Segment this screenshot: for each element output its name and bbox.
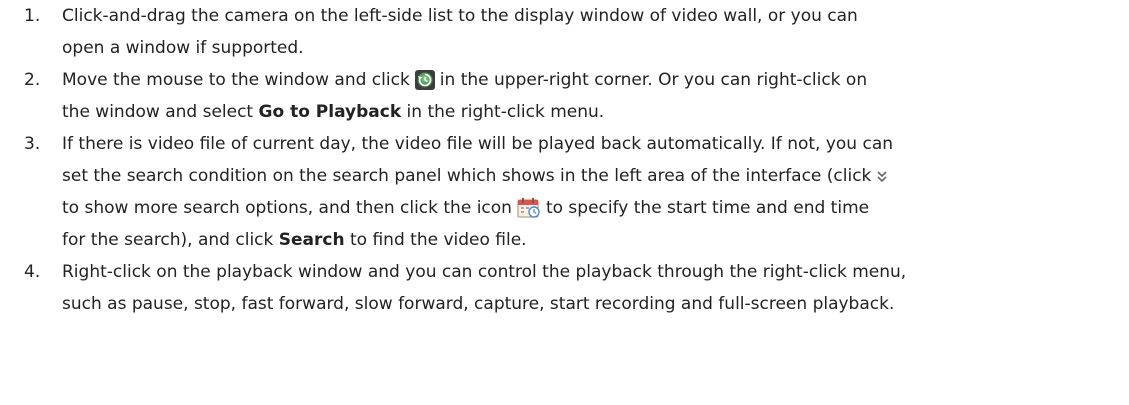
step-text-segment: to show more search options, and then cl… [62, 198, 512, 218]
step-number: 2. [24, 70, 41, 90]
step-number: 4. [24, 262, 41, 282]
step-line: If there is video file of current day, t… [62, 134, 894, 154]
step-1: 1. Click-and-drag the camera on the left… [0, 0, 1129, 64]
double-chevron-down-icon [875, 168, 889, 184]
step-line: to show more search options, and then cl… [62, 192, 1129, 224]
step-line: Right-click on the playback window and y… [62, 262, 907, 282]
step-2: 2. Move the mouse to the window and clic… [0, 64, 1129, 128]
step-3: 3. If there is video file of current day… [0, 128, 1129, 256]
step-text: Click-and-drag the camera on the left-si… [62, 0, 1129, 64]
ui-term-go-to-playback: Go to Playback [258, 102, 402, 122]
step-text-segment: in the right-click menu. [406, 102, 605, 122]
step-line: such as pause, stop, fast forward, slow … [62, 294, 895, 314]
step-text-segment: to specify the start time and end time [545, 198, 870, 218]
step-text-segment: for the search), and click [62, 230, 274, 250]
step-number: 1. [24, 6, 41, 26]
step-text-segment: Move the mouse to the window and click [62, 70, 410, 90]
ui-term-search: Search [278, 230, 345, 250]
playback-icon [414, 69, 436, 91]
step-text: Right-click on the playback window and y… [62, 256, 1129, 320]
step-line: for the search), and click Search to fin… [62, 224, 1129, 256]
step-line: the window and select Go to Playback in … [62, 96, 1129, 128]
step-line: Click-and-drag the camera on the left-si… [62, 6, 858, 26]
step-text-segment: to find the video file. [350, 230, 527, 250]
step-text: Move the mouse to the window and click i… [62, 64, 1129, 128]
step-line: set the search condition on the search p… [62, 160, 1129, 192]
calendar-icon [516, 197, 542, 219]
step-line: open a window if supported. [62, 38, 304, 58]
step-text-segment: the window and select [62, 102, 254, 122]
step-4: 4. Right-click on the playback window an… [0, 256, 1129, 320]
step-text-segment: in the upper-right corner. Or you can ri… [439, 70, 868, 90]
instruction-list: 1. Click-and-drag the camera on the left… [0, 0, 1129, 320]
step-line: Move the mouse to the window and click i… [62, 64, 1129, 96]
step-text-segment: set the search condition on the search p… [62, 166, 872, 186]
step-number: 3. [24, 134, 41, 154]
step-text: If there is video file of current day, t… [62, 128, 1129, 256]
